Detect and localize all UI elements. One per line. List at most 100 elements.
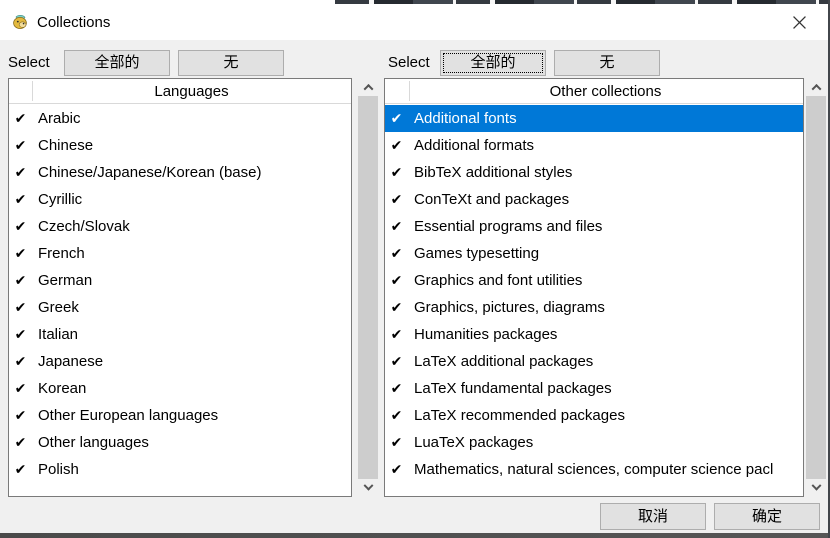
list-item[interactable]: ✔Italian xyxy=(9,321,351,348)
chevron-down-icon xyxy=(811,480,821,490)
list-item-label: Additional fonts xyxy=(408,110,517,127)
header-column-separator xyxy=(409,81,410,101)
right-select-label: Select xyxy=(388,50,430,76)
check-icon: ✔ xyxy=(9,186,32,213)
screen: Collections Select 全部的 无 Select 全部的 无 La… xyxy=(0,0,830,538)
check-icon: ✔ xyxy=(385,132,408,159)
scrollbar-thumb[interactable] xyxy=(358,96,378,479)
list-item[interactable]: ✔Mathematics, natural sciences, computer… xyxy=(385,456,803,483)
list-item[interactable]: ✔LaTeX fundamental packages xyxy=(385,375,803,402)
check-icon: ✔ xyxy=(385,402,408,429)
ok-button[interactable]: 确定 xyxy=(714,503,820,530)
left-select-all-button[interactable]: 全部的 xyxy=(64,50,170,76)
scrollbar-thumb[interactable] xyxy=(806,96,826,479)
list-item-label: LaTeX fundamental packages xyxy=(408,380,612,397)
list-item[interactable]: ✔ConTeXt and packages xyxy=(385,186,803,213)
list-item[interactable]: ✔Arabic xyxy=(9,105,351,132)
other-collections-list: ✔Additional fonts✔Additional formats✔Bib… xyxy=(385,105,803,496)
list-item[interactable]: ✔Games typesetting xyxy=(385,240,803,267)
list-item[interactable]: ✔Other European languages xyxy=(9,402,351,429)
chevron-down-icon xyxy=(363,480,373,490)
check-icon: ✔ xyxy=(9,294,32,321)
check-icon: ✔ xyxy=(385,456,408,483)
languages-scrollbar[interactable] xyxy=(358,78,378,497)
list-item[interactable]: ✔German xyxy=(9,267,351,294)
list-item[interactable]: ✔Polish xyxy=(9,456,351,483)
titlebar: Collections xyxy=(0,4,828,40)
list-item[interactable]: ✔Graphics, pictures, diagrams xyxy=(385,294,803,321)
left-select-none-button[interactable]: 无 xyxy=(178,50,284,76)
list-item-label: Polish xyxy=(32,461,79,478)
languages-header[interactable]: Languages xyxy=(9,79,351,104)
scroll-up-button[interactable] xyxy=(358,78,378,96)
check-icon: ✔ xyxy=(9,429,32,456)
list-item[interactable]: ✔Korean xyxy=(9,375,351,402)
right-select-all-button[interactable]: 全部的 xyxy=(440,50,546,76)
scroll-down-button[interactable] xyxy=(806,479,826,497)
check-icon: ✔ xyxy=(9,240,32,267)
header-column-separator xyxy=(32,81,33,101)
list-item[interactable]: ✔BibTeX additional styles xyxy=(385,159,803,186)
cancel-button[interactable]: 取消 xyxy=(600,503,706,530)
list-item-label: Japanese xyxy=(32,353,103,370)
check-icon: ✔ xyxy=(9,132,32,159)
scroll-down-button[interactable] xyxy=(358,479,378,497)
list-item-label: Chinese/Japanese/Korean (base) xyxy=(32,164,261,181)
list-item-label: Essential programs and files xyxy=(408,218,602,235)
check-icon: ✔ xyxy=(385,186,408,213)
check-icon: ✔ xyxy=(9,267,32,294)
other-collections-header[interactable]: Other collections xyxy=(385,79,803,104)
list-item-label: Cyrillic xyxy=(32,191,82,208)
list-item[interactable]: ✔LuaTeX packages xyxy=(385,429,803,456)
check-icon: ✔ xyxy=(385,321,408,348)
list-item[interactable]: ✔Chinese xyxy=(9,132,351,159)
list-item-label: Korean xyxy=(32,380,86,397)
list-item-label: LaTeX additional packages xyxy=(408,353,593,370)
list-item[interactable]: ✔Additional formats xyxy=(385,132,803,159)
check-icon: ✔ xyxy=(9,375,32,402)
languages-panel: Languages ✔Arabic✔Chinese✔Chinese/Japane… xyxy=(8,78,352,497)
list-item[interactable]: ✔Additional fonts xyxy=(385,105,803,132)
chevron-up-icon xyxy=(811,83,821,93)
list-item[interactable]: ✔Graphics and font utilities xyxy=(385,267,803,294)
list-item[interactable]: ✔LaTeX additional packages xyxy=(385,348,803,375)
other-collections-scrollbar[interactable] xyxy=(806,78,826,497)
check-icon: ✔ xyxy=(385,429,408,456)
list-item[interactable]: ✔Czech/Slovak xyxy=(9,213,351,240)
list-item[interactable]: ✔Chinese/Japanese/Korean (base) xyxy=(9,159,351,186)
list-item-label: Games typesetting xyxy=(408,245,539,262)
list-item-label: Graphics, pictures, diagrams xyxy=(408,299,605,316)
list-item-label: Additional formats xyxy=(408,137,534,154)
other-collections-header-label: Other collections xyxy=(527,83,662,100)
list-item[interactable]: ✔Other languages xyxy=(9,429,351,456)
list-item-label: Graphics and font utilities xyxy=(408,272,582,289)
close-button[interactable] xyxy=(782,4,816,40)
check-icon: ✔ xyxy=(9,321,32,348)
check-icon: ✔ xyxy=(9,105,32,132)
list-item-label: LuaTeX packages xyxy=(408,434,533,451)
list-item[interactable]: ✔Japanese xyxy=(9,348,351,375)
list-item[interactable]: ✔Cyrillic xyxy=(9,186,351,213)
check-icon: ✔ xyxy=(385,348,408,375)
languages-list: ✔Arabic✔Chinese✔Chinese/Japanese/Korean … xyxy=(9,105,351,496)
collections-dialog: Collections Select 全部的 无 Select 全部的 无 La… xyxy=(0,4,828,533)
check-icon: ✔ xyxy=(9,402,32,429)
check-icon: ✔ xyxy=(385,105,408,132)
list-item-label: Italian xyxy=(32,326,78,343)
list-item-label: Humanities packages xyxy=(408,326,557,343)
list-item[interactable]: ✔Greek xyxy=(9,294,351,321)
check-icon: ✔ xyxy=(385,159,408,186)
close-icon xyxy=(793,16,806,29)
check-icon: ✔ xyxy=(9,348,32,375)
list-item-label: BibTeX additional styles xyxy=(408,164,572,181)
list-item[interactable]: ✔LaTeX recommended packages xyxy=(385,402,803,429)
list-item[interactable]: ✔Essential programs and files xyxy=(385,213,803,240)
check-icon: ✔ xyxy=(385,240,408,267)
check-icon: ✔ xyxy=(9,456,32,483)
list-item[interactable]: ✔French xyxy=(9,240,351,267)
list-item[interactable]: ✔Humanities packages xyxy=(385,321,803,348)
check-icon: ✔ xyxy=(385,294,408,321)
right-select-none-button[interactable]: 无 xyxy=(554,50,660,76)
check-icon: ✔ xyxy=(9,159,32,186)
scroll-up-button[interactable] xyxy=(806,78,826,96)
